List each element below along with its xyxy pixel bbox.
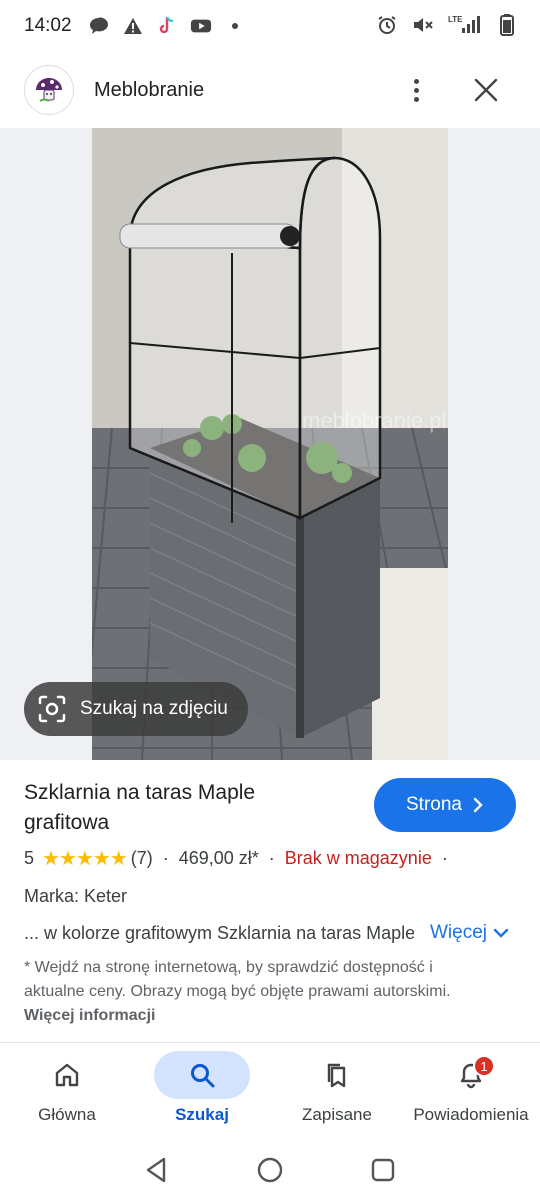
status-notification-icons [88, 15, 246, 37]
nav-item-saved[interactable]: Zapisane [272, 1051, 402, 1125]
disclaimer-text: * Wejdź na stronę internetową, by sprawd… [24, 959, 451, 1000]
snippet-row: ... w kolorze grafitowym Szklarnia na ta… [24, 922, 516, 944]
alarm-icon [376, 14, 398, 36]
close-button[interactable] [472, 76, 500, 104]
snippet-content: ... w kolorze grafitowym Szklarnia na ta… [24, 922, 414, 943]
close-icon [474, 78, 498, 102]
signal-icon: LTE [448, 14, 482, 36]
more-options-button[interactable] [404, 74, 428, 106]
chat-bubble-icon [88, 15, 110, 37]
star-icon: ★ [75, 848, 94, 870]
nav-icon-container: 1 [423, 1051, 519, 1099]
home-icon [55, 1063, 79, 1087]
site-name[interactable]: Meblobranie [94, 79, 204, 102]
chevron-down-icon [493, 928, 509, 938]
visit-site-button[interactable]: Strona [374, 778, 516, 832]
mute-icon [412, 14, 434, 36]
snippet-text: ... w kolorze grafitowym Szklarnia na ta… [24, 923, 414, 944]
separator: · [162, 848, 169, 868]
notification-badge: 1 [473, 1055, 495, 1077]
review-count: (7) [130, 848, 153, 868]
battery-icon [496, 14, 518, 36]
kebab-dot-icon [413, 96, 419, 102]
result-header: Meblobranie [0, 58, 540, 122]
more-label: Więcej [430, 922, 488, 943]
warning-icon [122, 15, 144, 37]
network-label: LTE [448, 15, 463, 24]
search-in-image-label: Szukaj na zdjęciu [80, 698, 228, 719]
product-photo[interactable]: meblobranie.pl [92, 128, 448, 760]
bookmarks-icon [327, 1063, 346, 1088]
home-circle-icon[interactable] [255, 1155, 285, 1185]
star-icon: ★ [58, 848, 77, 870]
bottom-navigation: Główna Szukaj Zapisane 1 Powiadomienia [0, 1042, 540, 1140]
nav-icon-container [289, 1051, 385, 1099]
rating-stars: ★ ★ ★ ★ ★ [42, 846, 128, 871]
kebab-dot-icon [413, 78, 419, 84]
nav-icon-container [154, 1051, 250, 1099]
mushroom-logo-icon [33, 74, 65, 106]
nav-item-search[interactable]: Szukaj [137, 1051, 267, 1125]
more-info-link[interactable]: Więcej informacji [24, 1007, 155, 1024]
more-button[interactable]: Więcej [430, 922, 509, 944]
nav-label-home: Główna [38, 1105, 96, 1124]
system-navigation [0, 1140, 540, 1200]
youtube-icon [190, 15, 212, 37]
chevron-right-icon [473, 797, 483, 813]
nav-label-notifications: Powiadomienia [413, 1105, 529, 1124]
star-icon: ★ [42, 848, 60, 870]
rating-row: 5 ★ ★ ★ ★ ★ (7) · 469,00 zł* · Brak w ma… [24, 846, 448, 871]
recents-icon[interactable] [368, 1155, 398, 1185]
nav-item-notifications[interactable]: 1 Powiadomienia [406, 1051, 536, 1125]
star-icon: ★ [109, 848, 128, 870]
product-title[interactable]: Szklarnia na taras Maple grafitowa [24, 778, 344, 838]
kebab-dot-icon [413, 87, 419, 93]
star-icon: ★ [92, 848, 111, 870]
nav-item-home[interactable]: Główna [2, 1051, 132, 1125]
tiktok-icon [156, 15, 178, 37]
image-preview-area: meblobranie.pl Szukaj na zdjęciu [0, 128, 540, 760]
search-in-image-button[interactable]: Szukaj na zdjęciu [24, 682, 248, 736]
nav-label-saved: Zapisane [302, 1105, 372, 1124]
separator: · [441, 848, 448, 868]
search-icon [191, 1064, 215, 1088]
site-logo[interactable] [24, 65, 74, 115]
back-icon[interactable] [142, 1155, 172, 1185]
watermark-text: meblobranie.pl [302, 408, 446, 433]
nav-label-search: Szukaj [175, 1105, 229, 1124]
rating-value: 5 [24, 848, 35, 868]
stock-status: Brak w magazynie [284, 848, 432, 868]
brand-label: Marka: Keter [24, 886, 128, 906]
lens-camera-icon [38, 695, 66, 723]
status-time: 14:02 [24, 15, 72, 36]
status-bar: 14:02 LTE [0, 0, 540, 52]
status-system-icons: LTE [376, 14, 518, 36]
separator: · [268, 848, 275, 868]
disclaimer: * Wejdź na stronę internetową, by sprawd… [24, 956, 494, 1028]
visit-site-label: Strona [406, 794, 462, 815]
price: 469,00 zł* [178, 848, 259, 868]
dot-icon [224, 15, 246, 37]
nav-icon-container [19, 1051, 115, 1099]
